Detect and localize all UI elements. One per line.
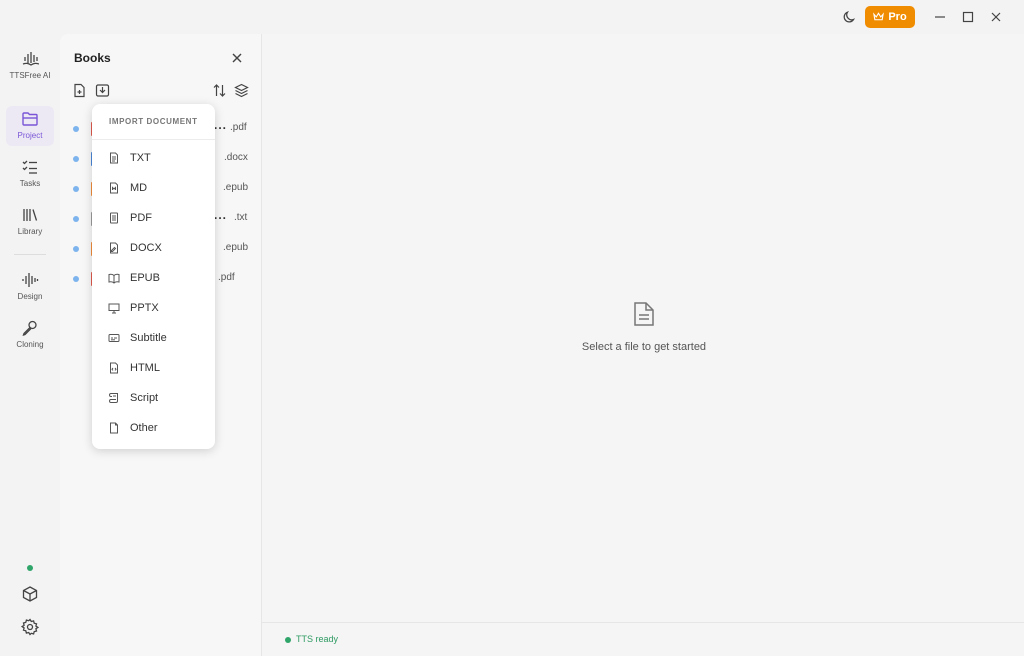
- menu-item-pptx[interactable]: PPTX: [92, 293, 215, 323]
- nav-rail: TTSFree AI Project Tasks Library Design: [0, 34, 60, 656]
- layers-icon[interactable]: [234, 83, 249, 98]
- cube-icon[interactable]: [21, 585, 39, 603]
- moon-icon[interactable]: [842, 9, 858, 25]
- menu-item-label: DOCX: [130, 242, 162, 254]
- pro-button[interactable]: Pro: [865, 6, 915, 28]
- crown-icon: [873, 12, 885, 21]
- rail-label-tasks: Tasks: [19, 179, 41, 188]
- menu-item-label: EPUB: [130, 272, 160, 284]
- close-icon[interactable]: [230, 51, 244, 65]
- menu-item-epub[interactable]: EPUB: [92, 263, 215, 293]
- books-title: Books: [74, 51, 111, 65]
- main-content: [262, 34, 1024, 622]
- book-ellipsis: ...: [214, 208, 228, 222]
- menu-item-subtitle[interactable]: Subtitle: [92, 323, 215, 353]
- menu-item-txt[interactable]: TXT: [92, 143, 215, 173]
- menu-separator: [92, 139, 215, 140]
- menu-item-script[interactable]: Script: [92, 383, 215, 413]
- book-dot: [73, 186, 79, 192]
- menu-item-label: PDF: [130, 212, 152, 224]
- tts-status-dot: [285, 637, 291, 643]
- docx-file-icon: [110, 242, 118, 254]
- import-document-menu: IMPORT DOCUMENT TXT MD PDF DOCX EPUB PPT…: [92, 104, 215, 449]
- presentation-icon: [108, 303, 120, 314]
- document-icon: [634, 302, 654, 326]
- book-dot: [73, 246, 79, 252]
- rail-item-tasks[interactable]: Tasks: [6, 154, 54, 194]
- maximize-icon[interactable]: [960, 9, 976, 25]
- new-file-icon[interactable]: [72, 83, 87, 98]
- minimize-icon[interactable]: [932, 9, 948, 25]
- rail-item-project[interactable]: Project: [6, 106, 54, 146]
- rail-label-design: Design: [17, 292, 43, 301]
- book-ext: .txt: [234, 212, 248, 223]
- waveform-book-icon: [22, 52, 39, 66]
- gear-icon[interactable]: [21, 618, 39, 636]
- menu-item-docx[interactable]: DOCX: [92, 233, 215, 263]
- rail-divider: [14, 254, 46, 255]
- html-file-icon: [110, 362, 118, 374]
- rail-item-cloning[interactable]: Cloning: [6, 315, 54, 355]
- rail-item-design[interactable]: Design: [6, 267, 54, 307]
- menu-item-label: Other: [130, 422, 158, 434]
- script-icon: [109, 393, 118, 403]
- book-dot: [73, 126, 79, 132]
- book-ext: .docx: [224, 152, 248, 163]
- menu-item-label: PPTX: [130, 302, 159, 314]
- checklist-icon: [22, 160, 37, 174]
- rail-label-project: Project: [17, 131, 43, 140]
- library-icon: [23, 209, 38, 221]
- book-ext: .epub: [223, 242, 249, 253]
- book-ellipsis: ...: [214, 118, 228, 132]
- pen-icon: [22, 320, 37, 337]
- pro-label: Pro: [888, 11, 907, 23]
- menu-item-other[interactable]: Other: [92, 413, 215, 443]
- file-icon: [110, 422, 118, 434]
- menu-item-label: TXT: [130, 152, 151, 164]
- menu-item-label: Script: [130, 392, 159, 404]
- import-icon[interactable]: [95, 83, 110, 98]
- subtitle-icon: [108, 334, 120, 342]
- menu-item-label: Subtitle: [130, 332, 167, 344]
- waveform-icon: [22, 273, 39, 287]
- menu-header: IMPORT DOCUMENT: [109, 117, 198, 126]
- pdf-file-icon: [110, 212, 118, 224]
- menu-item-html[interactable]: HTML: [92, 353, 215, 383]
- book-dot: [73, 216, 79, 222]
- book-ext: .epub: [223, 182, 249, 193]
- rail-item-library[interactable]: Library: [6, 202, 54, 242]
- menu-item-pdf[interactable]: PDF: [92, 203, 215, 233]
- rail-label-cloning: Cloning: [16, 340, 44, 349]
- menu-item-label: MD: [130, 182, 148, 194]
- book-dot: [73, 276, 79, 282]
- rail-label-library: Library: [17, 227, 43, 236]
- app-name: TTSFree AI: [9, 71, 51, 80]
- book-ext: .pdf: [218, 272, 235, 283]
- menu-item-md[interactable]: MD: [92, 173, 215, 203]
- connection-status-dot: [27, 565, 33, 571]
- book-ext: .pdf: [230, 122, 247, 133]
- tts-status-text: TTS ready: [296, 634, 339, 644]
- book-open-icon: [108, 273, 120, 284]
- menu-item-label: HTML: [130, 362, 160, 374]
- status-bar: TTS ready: [262, 622, 1024, 656]
- text-file-icon: [110, 152, 118, 164]
- book-dot: [73, 156, 79, 162]
- markdown-file-icon: [110, 182, 118, 194]
- window-close-icon[interactable]: [988, 9, 1004, 25]
- title-bar: Pro: [0, 0, 1024, 34]
- app-logo: TTSFree AI: [6, 46, 54, 86]
- empty-state-text: Select a file to get started: [581, 341, 707, 353]
- sort-icon[interactable]: [212, 83, 227, 98]
- folder-icon: [22, 112, 38, 126]
